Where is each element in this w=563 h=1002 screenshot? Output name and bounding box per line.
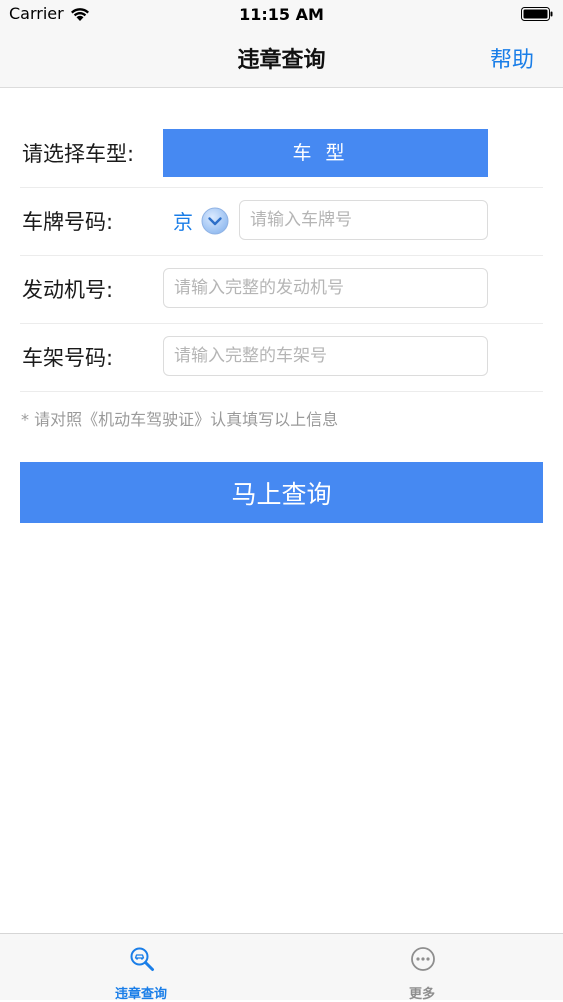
province-value[interactable]: 京	[173, 188, 193, 256]
search-car-icon	[130, 947, 154, 971]
chevron-down-icon[interactable]	[201, 207, 229, 235]
navigation-bar: 违章查询 帮助	[0, 28, 563, 88]
more-icon	[411, 947, 435, 971]
form-note: * 请对照《机动车驾驶证》认真填写以上信息	[21, 410, 339, 429]
tab-bar: 违章查询 更多	[0, 933, 563, 1002]
status-bar: Carrier 11:15 AM	[0, 0, 563, 28]
page-title: 违章查询	[237, 48, 326, 73]
frame-number-input[interactable]	[163, 336, 488, 376]
tab-label: 更多	[408, 987, 435, 1002]
plate-number-input[interactable]	[239, 200, 488, 240]
plate-label: 车牌号码:	[22, 210, 114, 234]
tab-more[interactable]: 更多	[322, 934, 522, 1002]
status-time: 11:15 AM	[239, 5, 324, 24]
car-type-row: 请选择车型: 车型	[20, 120, 543, 188]
query-button[interactable]: 马上查询	[20, 462, 543, 523]
car-type-button[interactable]: 车型	[163, 129, 488, 177]
engine-number-input[interactable]	[163, 268, 488, 308]
tab-label: 违章查询	[114, 987, 167, 1002]
help-button[interactable]: 帮助	[490, 42, 534, 74]
frame-label: 车架号码:	[22, 346, 114, 370]
battery-icon	[521, 7, 553, 21]
engine-label: 发动机号:	[22, 278, 114, 302]
engine-row: 发动机号:	[20, 256, 543, 324]
frame-row: 车架号码:	[20, 324, 543, 392]
tab-violation-query[interactable]: 违章查询	[41, 934, 241, 1002]
row-divider	[20, 391, 543, 392]
plate-row: 车牌号码: 京	[20, 188, 543, 256]
car-type-label: 请选择车型:	[22, 142, 135, 166]
